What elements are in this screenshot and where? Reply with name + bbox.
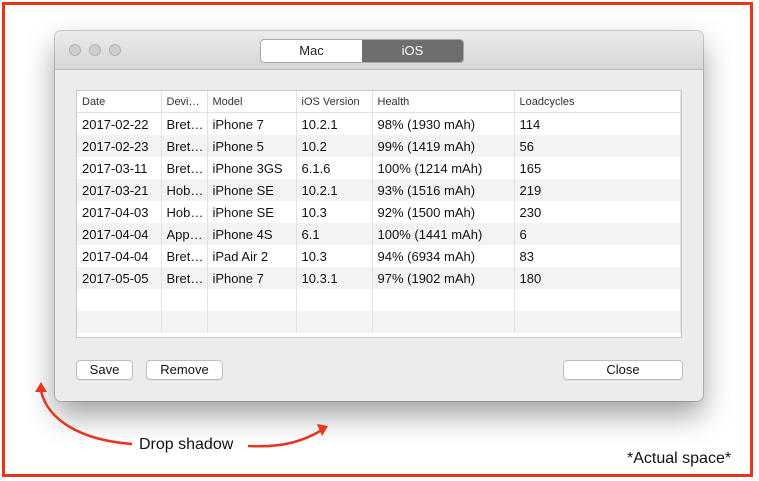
drop-shadow-arrows [35,382,328,448]
drop-shadow-label: Drop shadow [139,436,234,453]
arrow-right-head [317,424,328,436]
arrow-left-head [35,382,47,392]
arrow-left-curve [39,390,133,446]
actual-space-label: *Actual space* [627,450,732,467]
arrow-right-curve [247,428,323,448]
